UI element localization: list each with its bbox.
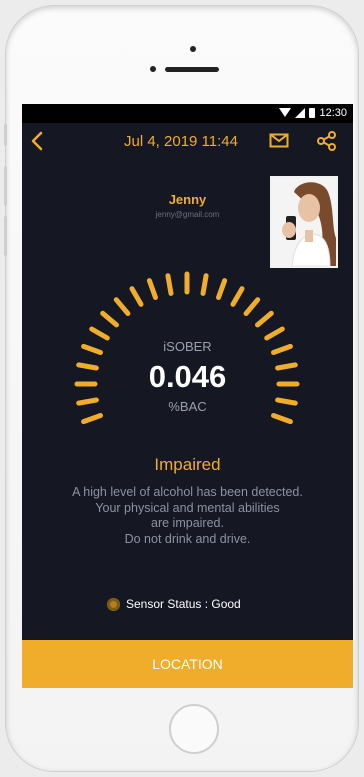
gauge-tick bbox=[100, 310, 119, 328]
user-photo-image bbox=[272, 178, 336, 266]
test-datetime: Jul 4, 2019 11:44 bbox=[124, 133, 238, 150]
result-message-line: Do not drink and drive. bbox=[124, 531, 251, 546]
sensor-status-label: Sensor Status : Good bbox=[126, 597, 241, 611]
gauge-tick bbox=[165, 273, 174, 296]
gauge-tick bbox=[200, 273, 209, 296]
result-message-line: A high level of alcohol has been detecte… bbox=[72, 485, 303, 499]
wifi-icon bbox=[279, 108, 292, 117]
gauge-tick bbox=[243, 297, 261, 316]
result-title: Impaired bbox=[154, 455, 221, 474]
gauge-tick bbox=[113, 297, 131, 316]
gauge-tick bbox=[89, 326, 110, 341]
earpiece-speaker bbox=[165, 67, 219, 72]
gauge-tick bbox=[230, 286, 245, 307]
location-button[interactable]: LOCATION bbox=[22, 640, 353, 688]
app-screen: 12:30 Jul 4, 2019 11:44 Jenny jenny@gmai… bbox=[22, 104, 353, 688]
gauge-tick bbox=[216, 278, 228, 300]
user-photo[interactable] bbox=[270, 176, 338, 268]
gauge-tick bbox=[264, 326, 285, 341]
status-time: 12:30 bbox=[319, 107, 347, 119]
front-camera bbox=[190, 46, 196, 52]
mute-switch bbox=[4, 124, 7, 146]
back-arrow-icon[interactable] bbox=[30, 131, 44, 151]
proximity-sensor bbox=[150, 66, 156, 72]
sensor-status: Sensor Status : Good bbox=[107, 597, 241, 611]
volume-up-button bbox=[4, 166, 7, 206]
result-message: A high level of alcohol has been detecte… bbox=[42, 485, 333, 547]
bac-reading: 0.046 bbox=[148, 359, 227, 394]
battery-icon bbox=[309, 108, 316, 118]
mail-icon[interactable] bbox=[269, 133, 289, 148]
home-button[interactable] bbox=[169, 704, 219, 754]
status-bar: 12:30 bbox=[22, 104, 353, 123]
signal-icon bbox=[295, 108, 306, 118]
gauge-tick bbox=[81, 413, 103, 424]
gauge-tick bbox=[129, 286, 144, 307]
gauge-tick bbox=[146, 278, 158, 300]
sensor-status-icon bbox=[107, 597, 120, 611]
bac-unit: %BAC bbox=[168, 399, 207, 414]
app-bar: Jul 4, 2019 11:44 bbox=[22, 123, 353, 161]
device-brand: iSOBER bbox=[163, 339, 212, 354]
result-message-line: Your physical and mental abilities bbox=[95, 500, 280, 515]
gauge-tick bbox=[255, 310, 274, 328]
volume-down-button bbox=[4, 216, 7, 256]
share-icon[interactable] bbox=[317, 131, 337, 151]
result-message-line: are impaired. bbox=[151, 516, 224, 530]
gauge-tick bbox=[271, 413, 293, 424]
